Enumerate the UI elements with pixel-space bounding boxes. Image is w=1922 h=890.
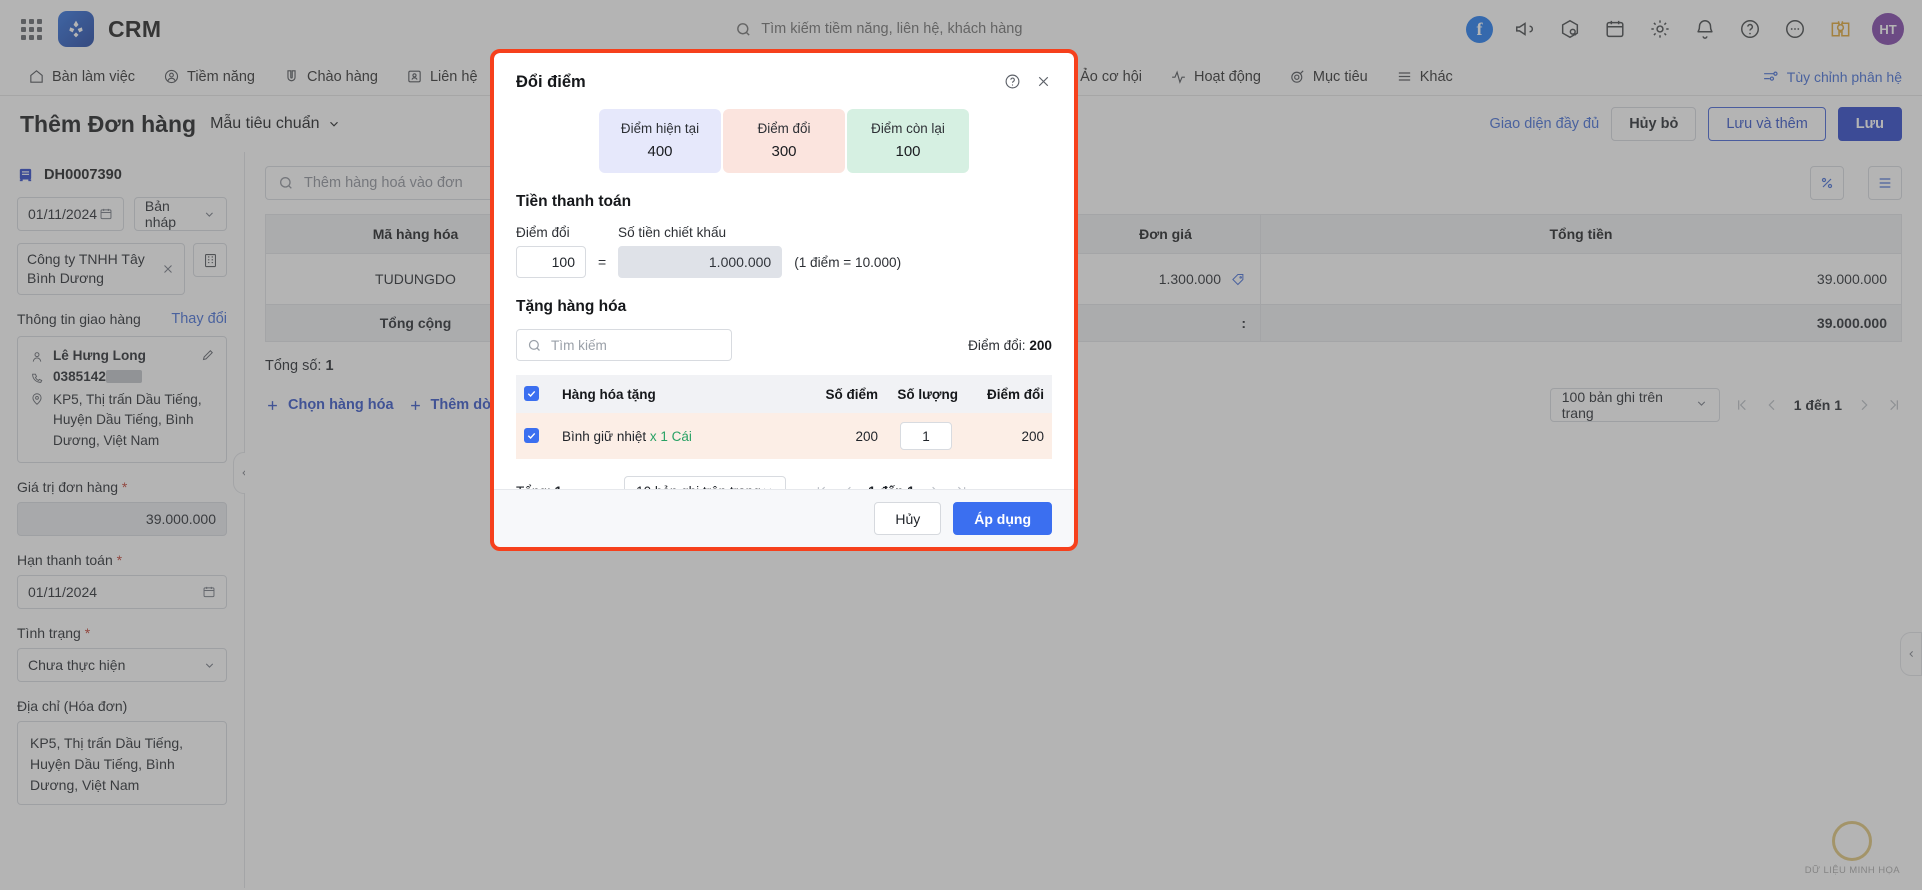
gift-search-input[interactable]: Tìm kiếm xyxy=(516,329,732,361)
gift-table-header-row: Hàng hóa tặng Số điểm Số lượng Điểm đổi xyxy=(516,375,1052,413)
modal-body: Điểm hiện tại 400 Điểm đổi 300 Điểm còn … xyxy=(494,95,1074,489)
payment-field-labels: Điểm đổi Số tiền chiết khấu xyxy=(516,225,1052,240)
gift-row-name-cell: Bình giữ nhiệt x 1 Cái xyxy=(554,413,802,459)
stat-label: Điểm đổi xyxy=(757,121,811,136)
stat-label: Điểm còn lại xyxy=(871,121,945,136)
modal-apply-button[interactable]: Áp dụng xyxy=(953,502,1052,535)
modal-header-icons xyxy=(1004,73,1052,95)
gift-search-placeholder: Tìm kiếm xyxy=(551,337,607,353)
gift-row-redeem: 200 xyxy=(966,413,1052,459)
modal-footer: Hủy Áp dụng xyxy=(494,489,1074,547)
stat-current-points: Điểm hiện tại 400 xyxy=(599,109,721,173)
stat-value: 400 xyxy=(647,143,673,160)
gift-col-qty: Số lượng xyxy=(886,375,966,413)
gift-product-unit: x 1 Cái xyxy=(649,428,692,444)
stat-value: 300 xyxy=(771,143,797,160)
row-checkbox[interactable] xyxy=(524,428,539,443)
close-icon[interactable] xyxy=(1035,73,1052,95)
stat-value: 100 xyxy=(895,143,921,160)
gift-select-all-cell xyxy=(516,375,554,413)
gift-product-name: Bình giữ nhiệt xyxy=(562,428,647,444)
stat-remaining-points: Điểm còn lại 100 xyxy=(847,109,969,173)
equals-sign: = xyxy=(598,254,607,270)
gift-row-select-cell xyxy=(516,413,554,459)
payment-section-title: Tiền thanh toán xyxy=(516,193,632,210)
discount-label: Số tiền chiết khấu xyxy=(618,225,727,240)
modal-header: Đổi điểm xyxy=(494,53,1074,95)
help-circle-icon[interactable] xyxy=(1004,73,1021,95)
gift-col-redeem: Điểm đổi xyxy=(966,375,1052,413)
gift-section-title: Tặng hàng hóa xyxy=(516,298,627,315)
redeem-points-modal: Đổi điểm Điểm hiện tại 400 Điểm đổi 300 xyxy=(490,49,1078,551)
conversion-rate-note: (1 điểm = 10.000) xyxy=(794,254,902,270)
payment-fields: 100 = 1.000.000 (1 điểm = 10.000) xyxy=(516,246,1052,278)
gift-products-table: Hàng hóa tặng Số điểm Số lượng Điểm đổi xyxy=(516,375,1052,459)
gift-table-row: Bình giữ nhiệt x 1 Cái 200 1 200 xyxy=(516,413,1052,459)
gift-quantity-input[interactable]: 1 xyxy=(900,422,952,450)
select-all-checkbox[interactable] xyxy=(524,386,539,401)
stat-redeemed-points: Điểm đổi 300 xyxy=(723,109,845,173)
gift-row-points: 200 xyxy=(802,413,886,459)
gift-page-size-select[interactable]: 10 bản ghi trên trang xyxy=(624,476,787,489)
gift-col-name: Hàng hóa tặng xyxy=(554,375,802,413)
stat-label: Điểm hiện tại xyxy=(620,121,700,136)
modal-cancel-button[interactable]: Hủy xyxy=(874,502,942,535)
gift-points-summary: Điểm đổi: 200 xyxy=(968,337,1052,353)
points-stats: Điểm hiện tại 400 Điểm đổi 300 Điểm còn … xyxy=(516,109,1052,173)
gift-search-row: Tìm kiếm Điểm đổi: 200 xyxy=(516,329,1052,361)
discount-amount-field: 1.000.000 xyxy=(618,246,783,278)
gift-row-qty-cell: 1 xyxy=(886,413,966,459)
gift-table-footer: Tổng: 1 10 bản ghi trên trang 1 đến 1 xyxy=(516,476,1052,489)
modal-title: Đổi điểm xyxy=(516,73,586,91)
points-label: Điểm đổi xyxy=(516,225,570,240)
points-input[interactable]: 100 xyxy=(516,246,586,278)
gift-col-points: Số điểm xyxy=(802,375,886,413)
search-icon xyxy=(528,339,540,351)
